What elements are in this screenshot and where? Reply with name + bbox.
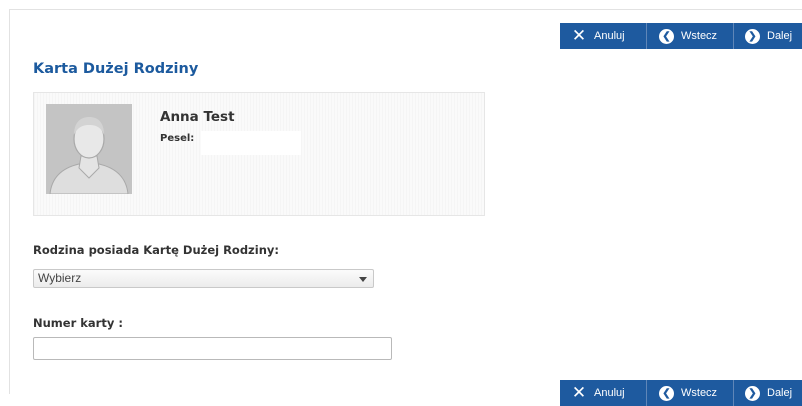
back-button-label: Wstecz [681,387,718,399]
card-number-input[interactable] [33,337,392,360]
next-button-label: Dalej [767,30,793,42]
back-button[interactable]: ❮ Wstecz [646,380,733,406]
cancel-button-label: Anuluj [594,30,625,42]
pesel-label: Pesel: [160,133,195,144]
cancel-button[interactable]: ✕ Anuluj [560,380,646,406]
action-bar-bottom: ✕ Anuluj ❮ Wstecz ❯ Dalej [560,380,802,406]
user-silhouette-icon [46,104,132,194]
page-title: Karta Dużej Rodziny [33,61,199,77]
cancel-button[interactable]: ✕ Anuluj [560,23,646,49]
pesel-value [201,131,301,155]
has-card-select[interactable]: Wybierz [33,269,374,288]
back-button[interactable]: ❮ Wstecz [646,23,733,49]
next-button[interactable]: ❯ Dalej [733,380,802,406]
main-panel: ✕ Anuluj ❮ Wstecz ❯ Dalej Karta Dużej Ro… [9,9,802,406]
chevron-left-circle-icon: ❮ [659,385,674,401]
has-card-label: Rodzina posiada Kartę Dużej Rodziny: [33,243,279,257]
chevron-right-circle-icon: ❯ [745,28,760,44]
close-icon: ✕ [571,382,587,403]
cancel-button-label: Anuluj [594,387,625,399]
chevron-right-circle-icon: ❯ [745,385,760,401]
profile-card: Anna Test Pesel: [33,92,485,216]
next-button[interactable]: ❯ Dalej [733,23,802,49]
action-bar-top: ✕ Anuluj ❮ Wstecz ❯ Dalej [560,23,802,49]
close-icon: ✕ [571,25,587,46]
next-button-label: Dalej [767,387,793,399]
chevron-left-circle-icon: ❮ [659,28,674,44]
card-number-label: Numer karty : [33,316,123,330]
has-card-select-value: Wybierz [38,271,82,285]
back-button-label: Wstecz [681,30,718,42]
caret-down-icon [359,277,367,282]
profile-name: Anna Test [160,109,235,125]
